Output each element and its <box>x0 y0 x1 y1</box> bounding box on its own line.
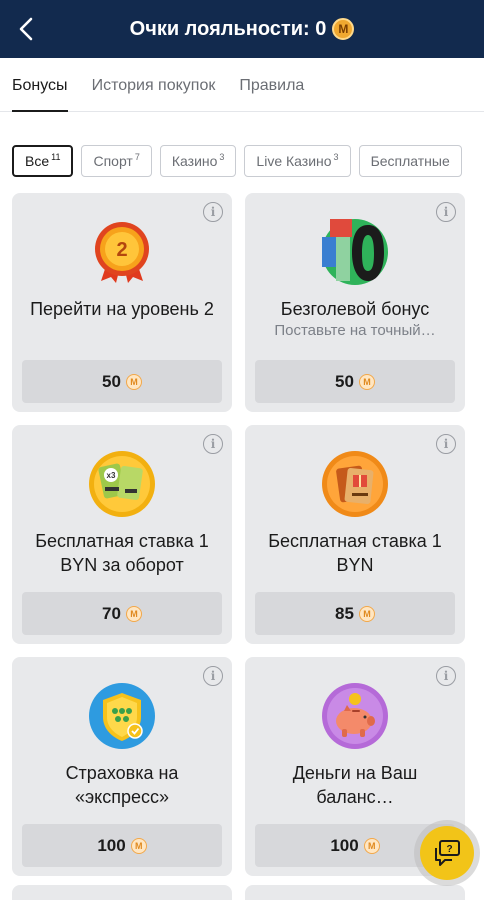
page-title: Очки лояльности: 0 <box>129 17 327 40</box>
chat-button-face: ? <box>420 826 474 880</box>
bonus-subtitle: Поставьте на точный… <box>274 322 436 339</box>
category-filters: Все 11 Спорт 7 Казино 3 Live Казино 3 Беспла… <box>12 145 484 177</box>
loyalty-coin-icon: M <box>358 373 375 390</box>
bonus-card[interactable]: i Безголевой бонус Поставьте на точный… … <box>245 193 465 412</box>
level-2-medal-icon: 2 <box>87 217 157 287</box>
support-chat-button[interactable]: ? <box>414 820 480 886</box>
filter-chip-count: 3 <box>333 152 339 162</box>
bonus-card[interactable]: i Бесплатная ставка 1 BYN 85 M <box>245 425 465 644</box>
tab-bar: Бонусы История покупок Правила <box>0 58 484 112</box>
bonus-price: 50 <box>335 371 354 391</box>
filter-chip-sport[interactable]: Спорт 7 <box>81 145 152 177</box>
bonus-price: 100 <box>97 835 126 855</box>
filter-chip-all[interactable]: Все 11 <box>12 145 74 177</box>
bonus-price-button[interactable]: 100 M <box>22 824 222 867</box>
info-icon[interactable]: i <box>203 434 223 454</box>
bonus-title: Страховка на «экспресс» <box>65 763 179 807</box>
chat-question-icon: ? <box>435 840 460 866</box>
tab-purchase-history[interactable]: История покупок <box>92 77 216 111</box>
tab-rules[interactable]: Правила <box>239 77 304 111</box>
bonus-price: 70 <box>102 603 121 623</box>
bonus-title: Деньги на Ваш баланс… <box>292 763 418 807</box>
info-icon[interactable]: i <box>203 202 223 222</box>
filter-chip-label: Спорт <box>93 153 133 169</box>
loyalty-coin-icon: M <box>358 605 375 622</box>
free-bet-gift-icon <box>320 449 390 519</box>
filter-chip-label: Все <box>25 153 50 169</box>
bonus-price-button[interactable]: 50 M <box>255 360 455 403</box>
bonus-title: Перейти на уровень 2 <box>30 299 214 319</box>
info-icon[interactable]: i <box>436 666 456 686</box>
bonus-card[interactable]: i Страховка на «экспресс» 100 M <box>12 657 232 876</box>
app-header: Очки лояльности: 0 M <box>0 0 484 58</box>
bonus-title: Бесплатная ставка 1 BYN <box>268 531 442 575</box>
svg-text:x3: x3 <box>107 471 116 480</box>
filter-chip-count: 11 <box>51 152 61 162</box>
filter-chip-count: 3 <box>219 152 225 162</box>
info-icon[interactable]: i <box>436 202 456 222</box>
bonus-grid: i 2 Перейти на уровень 2 50 M i Безголев… <box>12 193 465 876</box>
filter-chip-label: Бесплатные <box>370 153 450 169</box>
loyalty-coin-icon: M <box>363 837 380 854</box>
chevron-left-icon <box>19 17 33 41</box>
express-insurance-shield-icon <box>87 681 157 751</box>
bonus-price: 100 <box>330 835 359 855</box>
page-title-group: Очки лояльности: 0 M <box>130 18 355 41</box>
bonus-card[interactable]: i x3 Бесплатная ставка 1 BYN за оборот 7… <box>12 425 232 644</box>
bonus-price: 85 <box>335 603 354 623</box>
info-icon[interactable]: i <box>203 666 223 686</box>
bonus-price-button[interactable]: 70 M <box>22 592 222 635</box>
tab-bonuses[interactable]: Бонусы <box>12 77 68 112</box>
bonus-title: Бесплатная ставка 1 BYN за оборот <box>35 531 209 575</box>
bonus-price: 50 <box>102 371 121 391</box>
svg-text:?: ? <box>446 844 452 855</box>
bonus-card[interactable]: i 2 Перейти на уровень 2 50 M <box>12 193 232 412</box>
info-icon[interactable]: i <box>436 434 456 454</box>
loyalty-coin-icon: M <box>125 373 142 390</box>
bonus-title: Безголевой бонус <box>280 299 430 319</box>
filter-chip-label: Live Казино <box>256 153 332 169</box>
free-bet-turnover-icon: x3 <box>87 449 157 519</box>
bonus-card-partial[interactable] <box>245 885 465 900</box>
svg-text:2: 2 <box>116 239 127 261</box>
piggy-bank-icon <box>320 681 390 751</box>
bonus-price-button[interactable]: 85 M <box>255 592 455 635</box>
filter-chip-free[interactable]: Бесплатные <box>358 145 462 177</box>
bonus-price-button[interactable]: 50 M <box>22 360 222 403</box>
filter-chip-label: Казино <box>171 153 218 169</box>
loyalty-coin-icon: M <box>130 837 147 854</box>
loyalty-coin-icon: M <box>332 18 355 40</box>
bonus-card-partial[interactable] <box>12 885 232 900</box>
back-button[interactable] <box>8 11 44 47</box>
filter-chip-casino[interactable]: Казино 3 <box>159 145 237 177</box>
zero-margin-icon <box>320 217 390 287</box>
filter-chip-count: 7 <box>134 152 140 162</box>
filter-chip-live-casino[interactable]: Live Казино 3 <box>244 145 351 177</box>
loyalty-coin-icon: M <box>125 605 142 622</box>
